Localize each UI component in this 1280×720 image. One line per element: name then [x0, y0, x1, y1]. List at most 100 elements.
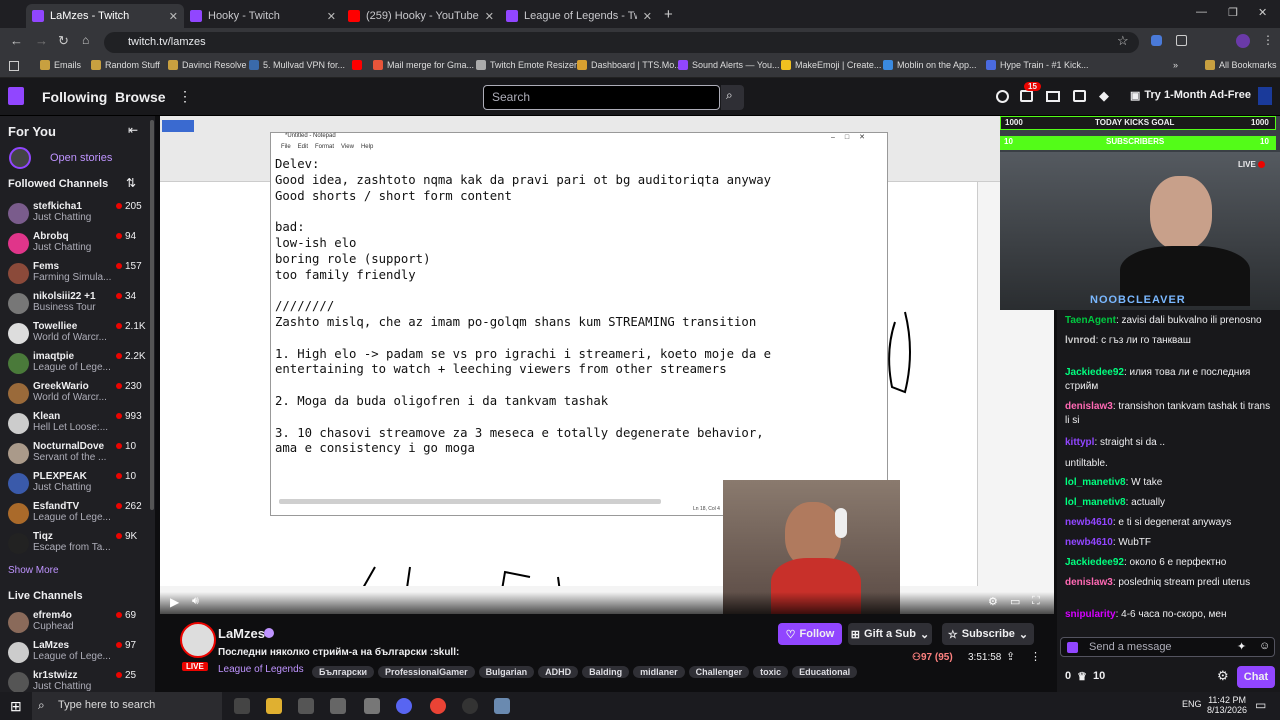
sidebar-channel[interactable]: Fems Farming Simula... 157: [0, 260, 155, 290]
app-icon[interactable]: [494, 698, 510, 714]
minimize-button[interactable]: —: [1196, 6, 1207, 18]
sidebar-channel[interactable]: LaMzes League of Lege... 97: [0, 639, 155, 669]
all-bookmarks[interactable]: All Bookmarks: [1205, 60, 1277, 70]
menu-dots-icon[interactable]: ⋮: [1262, 33, 1274, 47]
search-input[interactable]: Search: [483, 85, 720, 110]
chat-username[interactable]: lol_manetiv8: [1065, 497, 1126, 508]
nav-browse[interactable]: Browse: [115, 89, 166, 105]
language-indicator[interactable]: ENG: [1182, 699, 1202, 709]
apps-grid-icon[interactable]: [9, 61, 19, 71]
bookmark-item[interactable]: Sound Alerts — You...: [678, 60, 780, 70]
channel-name[interactable]: LaMzes: [218, 626, 265, 641]
emoji-icon[interactable]: ☺: [1259, 640, 1270, 652]
inbox-icon[interactable]: [1046, 91, 1060, 102]
tab-lol-twitch[interactable]: League of Legends - Twitch✕: [500, 4, 658, 28]
close-icon[interactable]: ✕: [643, 10, 652, 23]
menu-view[interactable]: View: [341, 144, 354, 154]
twitch-logo-icon[interactable]: [8, 87, 24, 105]
open-stories-link[interactable]: Open stories: [50, 152, 112, 164]
notifications-icon[interactable]: [1020, 90, 1033, 102]
collapse-sidebar-icon[interactable]: ⇤: [128, 123, 138, 137]
sidebar-scrollbar[interactable]: [150, 120, 154, 510]
windows-start-icon[interactable]: ⊞: [10, 698, 22, 715]
tab-hooky-twitch[interactable]: Hooky - Twitch ✕: [184, 4, 342, 28]
bits-icon[interactable]: ◆: [1099, 88, 1109, 104]
bookmarks-overflow-chevron-icon[interactable]: »: [1173, 60, 1178, 70]
chat-username[interactable]: snipularity: [1065, 609, 1116, 620]
close-icon[interactable]: ✕: [327, 10, 336, 23]
chat-send-button[interactable]: Chat: [1237, 666, 1275, 688]
app-icon[interactable]: [330, 698, 346, 714]
sidebar-channel[interactable]: GreekWario World of Warcr... 230: [0, 380, 155, 410]
emote-picker-icon[interactable]: ✦: [1237, 640, 1246, 653]
url-field[interactable]: twitch.tv/lamzes: [104, 32, 1139, 53]
chat-username[interactable]: lvnrod: [1065, 335, 1096, 346]
stream-tag[interactable]: ADHD: [538, 666, 579, 678]
bookmark-item[interactable]: Random Stuff: [91, 60, 160, 70]
extensions-puzzle-icon[interactable]: [1176, 35, 1187, 46]
discord-icon[interactable]: [396, 698, 412, 714]
stream-tag[interactable]: toxic: [753, 666, 789, 678]
bookmark-item[interactable]: Emails: [40, 60, 81, 70]
clock[interactable]: 11:42 PM 8/13/2026: [1207, 695, 1247, 715]
tab-hooky-youtube[interactable]: (259) Hooky - YouTube ✕: [342, 4, 500, 28]
chat-message[interactable]: snipularity: 4-6 часа по-скоро, мен: [1065, 608, 1275, 622]
theatre-mode-icon[interactable]: ▭: [1010, 595, 1020, 608]
chat-username[interactable]: denislaw3: [1065, 401, 1113, 412]
chat-username[interactable]: newb4610: [1065, 537, 1113, 548]
sidebar-channel[interactable]: stefkicha1 Just Chatting 205: [0, 200, 155, 230]
chat-message[interactable]: newb4610: WubTF: [1065, 536, 1275, 550]
bookmark-item[interactable]: MakeEmoji | Create...: [781, 60, 881, 70]
extension-icon[interactable]: [1151, 35, 1162, 46]
chat-username[interactable]: denislaw3: [1065, 577, 1113, 588]
chrome-icon[interactable]: [430, 698, 446, 714]
video-player[interactable]: *Untitled - Notepad –□✕ File Edit Format Vi…: [160, 116, 1054, 614]
bookmark-item[interactable]: Davinci Resolve: [168, 60, 247, 70]
sidebar-channel[interactable]: PLEXPEAK Just Chatting 10: [0, 470, 155, 500]
chat-message[interactable]: lol_manetiv8: W take: [1065, 476, 1275, 490]
chat-message[interactable]: TaenAgent: zavisi dali bukvalno ili pren…: [1065, 314, 1275, 328]
game-link[interactable]: League of Legends: [218, 664, 304, 675]
taskbar-search-input[interactable]: ⌕ Type here to search: [32, 692, 222, 720]
bookmark-star-icon[interactable]: ☆: [1117, 33, 1129, 49]
maximize-button[interactable]: ❐: [1228, 6, 1238, 19]
calculator-icon[interactable]: [364, 698, 380, 714]
window-close-button[interactable]: ✕: [1258, 6, 1267, 19]
whispers-icon[interactable]: [1073, 90, 1086, 102]
settings-gear-icon[interactable]: ⚙: [988, 595, 998, 608]
sidebar-channel[interactable]: nikolsiii22 +1 Business Tour 34: [0, 290, 155, 320]
menu-file[interactable]: File: [281, 144, 291, 154]
chat-message[interactable]: denislaw3: posledniq stream predi uterus: [1065, 576, 1275, 590]
forward-icon[interactable]: →: [35, 33, 48, 48]
prime-crown-icon[interactable]: [996, 90, 1009, 103]
obs-icon[interactable]: [462, 698, 478, 714]
sidebar-channel[interactable]: NocturnalDove Servant of the ... 10: [0, 440, 155, 470]
stories-avatar[interactable]: [9, 147, 31, 169]
stream-tag[interactable]: Български: [312, 666, 375, 678]
search-button[interactable]: ⌕: [721, 85, 744, 110]
user-avatar[interactable]: [1258, 87, 1272, 105]
subscribe-button[interactable]: ☆ Subscribe ⌄: [942, 623, 1034, 645]
follow-button[interactable]: ♡ Follow: [778, 623, 842, 645]
chat-settings-gear-icon[interactable]: ⚙: [1217, 668, 1229, 684]
back-icon[interactable]: ←: [10, 33, 23, 48]
bookmark-item[interactable]: 5. Mullvad VPN for...: [249, 60, 345, 70]
notepad-window-controls[interactable]: –□✕: [831, 133, 875, 141]
task-view-icon[interactable]: [234, 698, 250, 714]
new-tab-button[interactable]: +: [664, 6, 673, 23]
sort-icon[interactable]: ⇅: [126, 176, 136, 190]
bookmark-item[interactable]: Moblin on the App...: [883, 60, 977, 70]
bookmark-item[interactable]: [352, 60, 366, 70]
menu-edit[interactable]: Edit: [298, 144, 308, 154]
chat-message[interactable]: denislaw3: transishon tankvam tashak ti …: [1065, 400, 1275, 428]
stream-tag[interactable]: ProfessionalGamer: [378, 666, 475, 678]
chat-username[interactable]: kittypl: [1065, 437, 1094, 448]
more-options-icon[interactable]: ⋮: [1030, 650, 1041, 663]
chat-username[interactable]: TaenAgent: [1065, 315, 1116, 326]
chat-input[interactable]: Send a message ✦ ☺: [1060, 637, 1275, 657]
sidebar-channel[interactable]: Towelliee World of Warcr... 2.1K: [0, 320, 155, 350]
chat-username[interactable]: Jackiedee92: [1065, 557, 1124, 568]
profile-avatar-icon[interactable]: [1236, 34, 1250, 48]
more-dots-icon[interactable]: ⋮: [178, 88, 192, 105]
bookmark-item[interactable]: Mail merge for Gma...: [373, 60, 474, 70]
